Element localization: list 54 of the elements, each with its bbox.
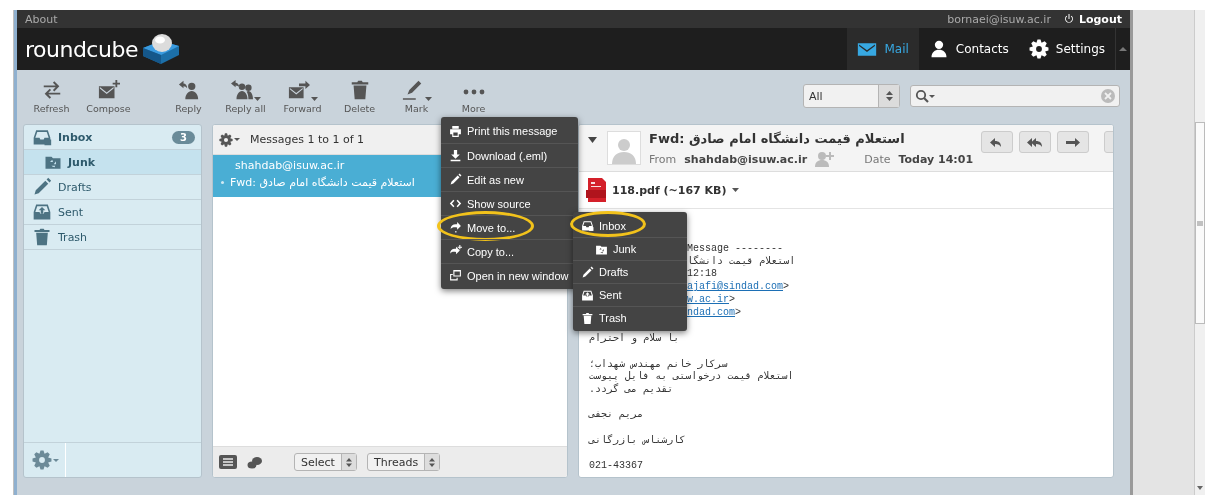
body-text: > [735,306,742,318]
menu-item[interactable]: Show source [441,191,578,215]
body-text: 021-43367 [589,460,644,473]
body-text: 12:18 [687,268,718,281]
sender: shahdab@isuw.ac.ir [235,159,346,172]
dropdown-select[interactable]: Select [294,453,357,471]
menu-item[interactable]: Junk [573,237,687,260]
body-text: با سلام و احترام [589,333,681,346]
from-label: From [649,152,677,166]
body-text: > [783,281,790,293]
date-label: Date [864,152,891,166]
email-link[interactable]: ndad.com [687,306,735,318]
folder-item[interactable]: Drafts [24,175,201,200]
menu-item[interactable]: Download (.eml) [441,143,578,167]
menu-item[interactable]: Drafts [573,260,687,283]
folder-item[interactable]: Sent [24,200,201,225]
nav-tab[interactable]: Contacts [918,28,1019,70]
folder-item[interactable]: Trash [24,225,201,250]
message-subject: Fwd: استعلام قیمت دانشگاه امام صادق [649,131,906,146]
body-text: استعلام قیمت دانشگا [687,255,797,269]
body-text: استعلام قیمت درخواستی به فایل پیوست [589,371,795,383]
logout-link[interactable]: Logout [1062,12,1122,26]
email-link[interactable]: ajafi@sindad.com [687,281,783,293]
toolbar-button[interactable]: Refresh [23,74,80,118]
logo-text: roundcube [25,36,138,62]
about-link[interactable]: About [25,12,58,26]
menu-item[interactable]: Edit as new [441,167,578,191]
folder-item[interactable]: Junk [24,150,201,175]
nav-tab[interactable]: Mail [847,28,919,70]
user-email: bornaei@isuw.ac.ir [947,12,1051,26]
message-count: Messages 1 to 1 of 1 [250,133,365,146]
body-text: Message -------- [687,243,784,255]
toolbar-button[interactable]: Compose [80,74,137,118]
body-text: کارشناس بازرگانی [589,434,687,448]
toolbar-button[interactable]: Reply all [217,74,274,118]
body-text: مریم نجفی [589,409,645,423]
toolbar-button[interactable]: Delete [331,74,388,118]
message-subject: Fwd: استعلام قیمت دانشگاه امام صادق [230,176,415,189]
filter-select[interactable]: All [803,84,900,108]
body-text: > [729,293,736,305]
toolbar-button[interactable]: Mark [388,74,445,118]
attachment-link[interactable]: 118.pdf (~167 KB) [612,183,727,197]
dropdown-select[interactable]: Threads [366,453,441,471]
message-date: Today 14:01 [898,152,974,166]
sender-email: shahdab@isuw.ac.ir [684,152,808,166]
menu-item[interactable]: Print this message [441,119,578,143]
menu-item[interactable]: Sent [573,283,687,306]
menu-item[interactable]: Trash [573,306,687,329]
email-link[interactable]: w.ac.ir [687,293,729,305]
toolbar-button[interactable]: Forward [274,74,331,118]
body-text: سرکار خانم مهندس شهداب؛ [589,358,729,371]
toolbar-button[interactable]: Reply [160,74,217,118]
nav-tab[interactable]: Settings [1018,28,1115,70]
unread-count: 3 [172,130,195,144]
